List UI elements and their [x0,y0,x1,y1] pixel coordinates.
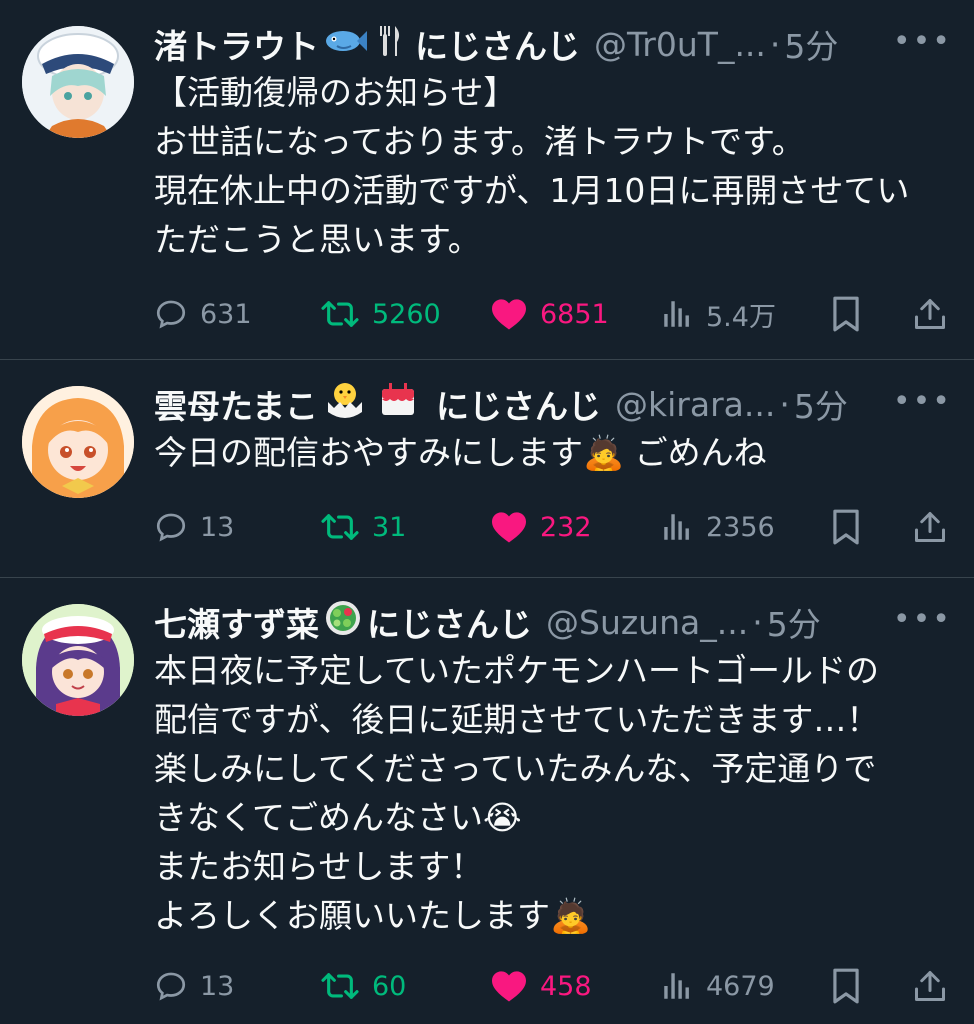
bookmark-button[interactable] [830,508,912,546]
like-count: 232 [540,511,592,543]
user-handle[interactable]: @Tr0uT_... [594,25,766,64]
avatar[interactable] [22,26,134,138]
avatar[interactable] [22,604,134,716]
share-button[interactable] [912,509,948,545]
bookmark-button[interactable] [830,967,912,1005]
tweet[interactable]: 雲母たまこ にじさんじ @kirara... · 5分 今日の配信おやすみにしま… [0,360,974,578]
birthday-cake-emoji-icon [376,381,420,427]
reply-icon [156,300,186,329]
tweet-content: 渚トラウト にじさんじ @Tr0uT_... · 5分 【活動復帰のお知らせ】 … [154,24,952,359]
views-button[interactable]: 5.4万 [660,295,830,334]
salad-emoji-icon [323,598,363,646]
views-button[interactable]: 2356 [660,510,830,544]
like-button[interactable]: 458 [490,969,660,1003]
more-options-icon[interactable]: ••• [893,602,952,637]
share-button[interactable] [912,296,948,332]
fork-knife-emoji-icon [375,22,405,66]
reply-count: 13 [200,511,235,543]
tweet-content: 七瀬すず菜 にじさんじ @Suzuna_... · 5分 本日夜に予定していたポ… [154,601,952,1024]
retweet-icon [321,514,359,540]
bookmark-button[interactable] [830,295,912,333]
display-name[interactable]: 渚トラウト [154,20,319,68]
heart-icon [492,971,526,1002]
action-bar: 631 5260 6851 5.4万 [154,288,952,340]
org-name: にじさんじ [367,605,532,644]
tweet-header: 七瀬すず菜 にじさんじ @Suzuna_... · 5分 [154,601,952,644]
timestamp[interactable]: 5分 [794,380,848,428]
like-button[interactable]: 6851 [490,297,660,331]
retweet-count: 60 [372,970,407,1002]
timeline-feed: 渚トラウト にじさんじ @Tr0uT_... · 5分 【活動復帰のお知らせ】 … [0,0,974,1024]
user-handle[interactable]: @kirara... [615,385,775,424]
heart-icon [492,299,526,330]
action-bar: 13 60 458 4679 [154,960,952,1012]
retweet-button[interactable]: 31 [320,510,490,544]
analytics-icon [664,514,689,540]
org-name: にじさんじ [436,387,602,426]
bookmark-icon [833,968,859,1004]
tweet-text: 本日夜に予定していたポケモンハートゴールドの 配信ですが、後日に延期させていただ… [154,651,880,935]
reply-button[interactable]: 13 [154,510,320,544]
tweet-text: 【活動復帰のお知らせ】 お世話になっております。渚トラウトです。 現在休止中の活… [154,73,910,259]
analytics-icon [664,973,689,999]
more-options-icon[interactable]: ••• [893,384,952,419]
separator-dot: · [752,602,763,642]
org-name: にじさんじ [415,27,580,66]
reply-button[interactable]: 631 [154,297,320,331]
bookmark-icon [833,509,859,545]
view-count: 5.4万 [706,301,776,333]
more-options-icon[interactable]: ••• [893,24,952,59]
reply-icon [156,972,186,1001]
timestamp[interactable]: 5分 [767,598,821,646]
reply-count: 13 [200,970,235,1002]
reply-icon [156,513,186,542]
user-handle[interactable]: @Suzuna_... [546,603,748,642]
share-icon [915,512,945,542]
action-bar: 13 31 232 2356 [154,501,952,553]
timestamp[interactable]: 5分 [784,20,838,68]
views-button[interactable]: 4679 [660,969,830,1003]
like-count: 6851 [540,298,609,330]
share-icon [915,971,945,1001]
tweet-header: 雲母たまこ にじさんじ @kirara... · 5分 [154,381,952,427]
display-name[interactable]: 雲母たまこ [154,380,318,428]
retweet-count: 31 [372,511,407,543]
view-count: 2356 [706,511,775,543]
retweet-button[interactable]: 60 [320,969,490,1003]
view-count: 4679 [706,970,775,1002]
tweet-header: 渚トラウト にじさんじ @Tr0uT_... · 5分 [154,22,952,67]
share-icon [915,299,945,329]
reply-count: 631 [200,298,252,330]
tweet[interactable]: 渚トラウト にじさんじ @Tr0uT_... · 5分 【活動復帰のお知らせ】 … [0,0,974,360]
tweet-content: 雲母たまこ にじさんじ @kirara... · 5分 今日の配信おやすみにしま… [154,381,952,577]
separator-dot: · [769,24,781,64]
avatar[interactable] [22,386,134,498]
tweet-text: 今日の配信おやすみにします🙇 ごめんね [154,433,767,472]
display-name[interactable]: 七瀬すず菜 [154,598,319,646]
heart-icon [492,512,526,543]
analytics-icon [664,301,689,327]
share-button[interactable] [912,968,948,1004]
tweet[interactable]: 七瀬すず菜 にじさんじ @Suzuna_... · 5分 本日夜に予定していたポ… [0,578,974,1024]
separator-dot: · [779,384,790,424]
fish-emoji-icon [323,25,367,64]
bookmark-icon [833,296,859,332]
like-count: 458 [540,970,592,1002]
like-button[interactable]: 232 [490,510,660,544]
retweet-icon [321,301,359,327]
hatching-chick-emoji-icon [322,380,368,428]
reply-button[interactable]: 13 [154,969,320,1003]
retweet-button[interactable]: 5260 [320,297,490,331]
retweet-count: 5260 [372,298,441,330]
retweet-icon [321,973,359,999]
